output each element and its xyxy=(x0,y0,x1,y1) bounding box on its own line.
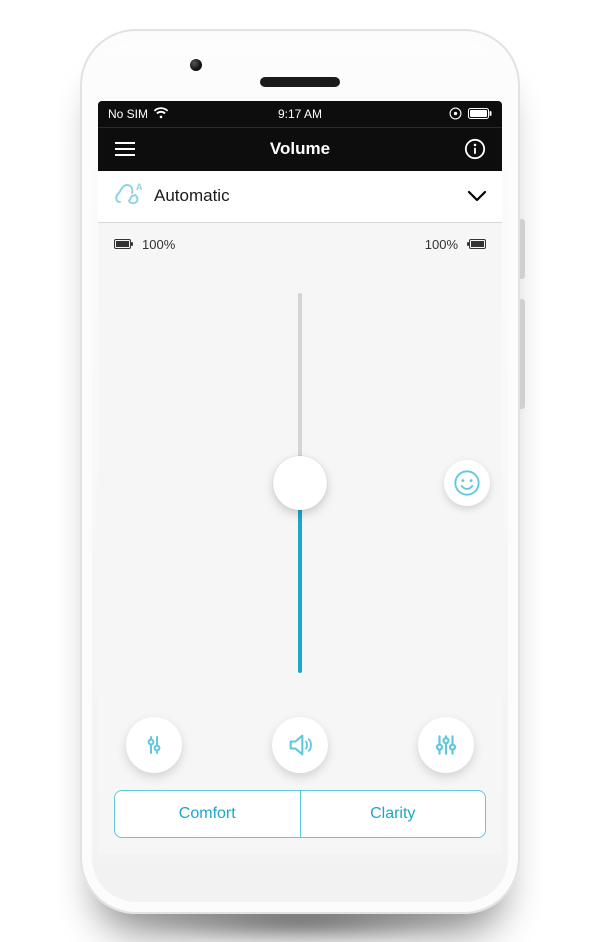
right-battery-pct: 100% xyxy=(425,237,458,252)
speaker-icon xyxy=(286,731,314,759)
smile-icon xyxy=(453,469,481,497)
left-battery-pct: 100% xyxy=(142,237,175,252)
side-button-top xyxy=(520,219,525,279)
balance-button[interactable] xyxy=(126,717,182,773)
hearing-aid-icon: A xyxy=(114,182,144,211)
comfort-label: Comfort xyxy=(179,805,236,823)
clock-text: 9:17 AM xyxy=(278,107,322,121)
wifi-icon xyxy=(154,108,168,119)
volume-slider[interactable] xyxy=(298,293,302,673)
nav-bar: Volume xyxy=(98,127,502,171)
comfort-clarity-segmented: Comfort Clarity xyxy=(114,790,486,838)
equalizer-icon xyxy=(433,732,459,758)
status-settings-icon xyxy=(449,107,462,120)
battery-icon-left xyxy=(114,237,134,252)
front-camera xyxy=(190,59,202,71)
battery-icon-right xyxy=(466,237,486,252)
chevron-down-icon xyxy=(468,185,486,208)
volume-slider-thumb[interactable] xyxy=(273,456,327,510)
device-battery-row: 100% 100% xyxy=(98,223,502,267)
comfort-segment[interactable]: Comfort xyxy=(115,791,300,837)
equalizer-button[interactable] xyxy=(418,717,474,773)
volume-slider-area xyxy=(98,267,502,700)
svg-text:A: A xyxy=(136,182,143,192)
info-icon xyxy=(464,138,486,160)
hamburger-icon xyxy=(115,142,135,156)
page-title: Volume xyxy=(270,139,330,159)
phone-frame: No SIM 9:17 AM Volume xyxy=(80,29,520,914)
status-bar: No SIM 9:17 AM xyxy=(98,101,502,127)
clarity-segment[interactable]: Clarity xyxy=(300,791,486,837)
info-button[interactable] xyxy=(462,136,488,162)
control-row xyxy=(98,700,502,790)
clarity-label: Clarity xyxy=(370,805,415,823)
program-selector[interactable]: A Automatic xyxy=(98,171,502,223)
left-device-battery: 100% xyxy=(114,237,175,252)
earpiece-speaker xyxy=(260,77,340,87)
menu-button[interactable] xyxy=(112,136,138,162)
carrier-text: No SIM xyxy=(108,107,148,121)
balance-sliders-icon xyxy=(142,733,166,757)
feedback-smile-button[interactable] xyxy=(444,460,490,506)
side-button-bottom xyxy=(520,299,525,409)
status-battery-icon xyxy=(468,108,492,119)
right-device-battery: 100% xyxy=(425,237,486,252)
program-label: Automatic xyxy=(154,186,230,206)
app-screen: No SIM 9:17 AM Volume xyxy=(98,101,502,854)
mute-button[interactable] xyxy=(272,717,328,773)
